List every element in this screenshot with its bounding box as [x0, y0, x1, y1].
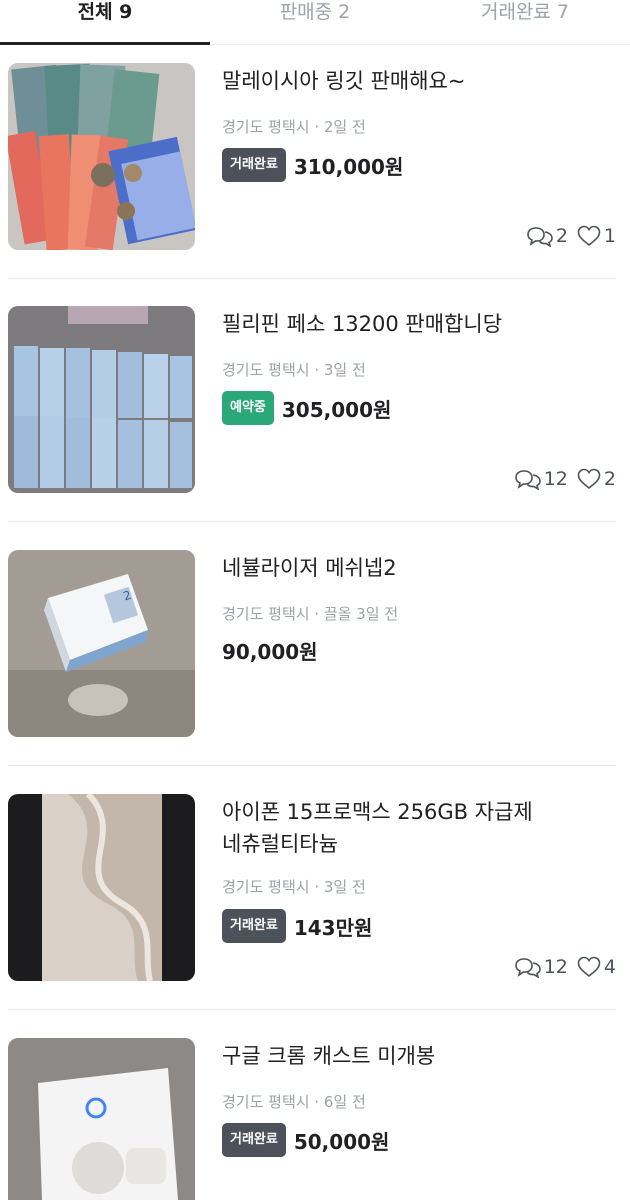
chat-count: 12 — [543, 956, 568, 978]
divider — [8, 765, 616, 766]
item-meta: 경기도 평택시 · 6일 전 — [222, 1093, 366, 1111]
divider — [8, 278, 616, 279]
item-title[interactable]: 네뷸라이저 메쉬넵2 — [222, 552, 602, 584]
price-row: 거래완료 310,000원 — [222, 148, 403, 182]
chat-icon — [514, 956, 541, 978]
tab-completed[interactable]: 거래완료 7 — [420, 0, 630, 44]
item-thumbnail: 2 — [8, 550, 195, 737]
divider — [8, 521, 616, 522]
price-row: 90,000원 — [222, 635, 318, 669]
item-price: 310,000원 — [293, 154, 404, 179]
chat-icon — [514, 468, 541, 490]
item-meta: 경기도 평택시 · 3일 전 — [222, 361, 366, 379]
chat-count: 2 — [555, 225, 568, 247]
status-badge: 거래완료 — [222, 148, 286, 182]
status-badge: 예약중 — [222, 391, 274, 425]
price-row: 예약중 305,000원 — [222, 391, 391, 425]
divider — [8, 1009, 616, 1010]
item-thumbnail — [8, 63, 195, 250]
item-price: 50,000원 — [293, 1129, 390, 1154]
chat-icon — [527, 225, 553, 247]
item-title[interactable]: 필리핀 페소 13200 판매합니당 — [222, 308, 602, 340]
item-thumbnail — [8, 794, 195, 981]
item-thumbnail — [8, 306, 195, 493]
like-count: 1 — [603, 225, 616, 247]
tab-bar: 전체 9 판매중 2 거래완료 7 — [0, 0, 630, 45]
tab-all[interactable]: 전체 9 — [0, 0, 210, 45]
price-row: 거래완료 143만원 — [222, 909, 372, 943]
item-meta: 경기도 평택시 · 2일 전 — [222, 118, 366, 136]
item-meta: 경기도 평택시 · 3일 전 — [222, 878, 366, 896]
heart-outline-icon — [577, 956, 601, 978]
item-title-line: 아이폰 15프로맥스 256GB 자급제 — [222, 800, 533, 824]
price-row: 거래완료 50,000원 — [222, 1123, 389, 1157]
item-title[interactable]: 구글 크롬 캐스트 미개봉 — [222, 1040, 602, 1072]
status-badge: 거래완료 — [222, 909, 286, 943]
heart-outline-icon — [577, 468, 601, 490]
tab-selling[interactable]: 판매중 2 — [210, 0, 420, 44]
item-price: 143만원 — [293, 915, 373, 940]
item-meta: 경기도 평택시 · 끌올 3일 전 — [222, 605, 399, 623]
like-count: 2 — [603, 468, 616, 490]
like-count: 4 — [603, 956, 616, 978]
chat-count: 12 — [543, 468, 568, 490]
heart-outline-icon — [577, 225, 601, 247]
item-title[interactable]: 아이폰 15프로맥스 256GB 자급제 네츄럴티타늄 — [222, 796, 602, 860]
item-stats: 2 1 — [527, 225, 616, 247]
item-price: 305,000원 — [281, 397, 392, 422]
item-thumbnail — [8, 1038, 195, 1200]
item-title[interactable]: 말레이시아 링깃 판매해요~ — [222, 65, 602, 97]
item-price: 90,000원 — [222, 640, 318, 664]
status-badge: 거래완료 — [222, 1123, 286, 1157]
item-stats: 12 2 — [514, 468, 616, 490]
item-stats: 12 4 — [514, 956, 616, 978]
item-title-line: 네츄럴티타늄 — [222, 832, 338, 856]
